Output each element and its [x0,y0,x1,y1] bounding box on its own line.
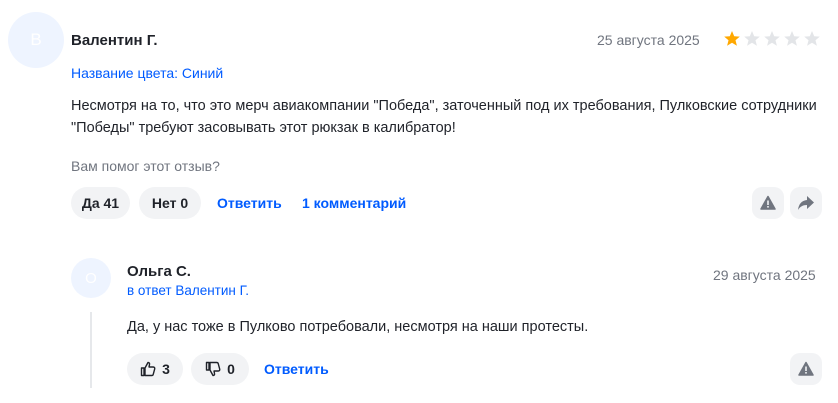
thread-line [90,312,92,388]
dislike-count: 0 [227,361,235,377]
like-button[interactable]: 3 [127,353,183,385]
avatar: В [8,12,64,68]
review-text-line: Несмотря на то, что это мерч авиакомпани… [71,98,817,114]
review-date: 25 августа 2025 [597,32,700,48]
star-empty-icon [744,31,760,46]
rating-stars [723,30,821,48]
share-button[interactable] [790,187,822,219]
in-reply-to-link[interactable]: в ответ Валентин Г. [127,283,249,298]
reply-date: 29 августа 2025 [713,267,816,283]
reply-report-button[interactable] [790,353,822,385]
helpful-no-label: Нет 0 [151,195,189,211]
thumb-down-icon [205,361,221,377]
avatar-letter: О [85,269,97,287]
star-filled-icon [724,31,740,46]
reply-button[interactable]: Ответить [217,195,282,211]
review-author[interactable]: Валентин Г. [71,32,158,49]
reply-avatar: О [71,258,111,298]
star-empty-icon [784,31,800,46]
comments-button[interactable]: 1 комментарий [302,195,406,211]
share-arrow-icon [798,196,814,210]
warning-icon [760,195,776,210]
thumb-up-icon [140,361,156,377]
dislike-button[interactable]: 0 [191,353,249,385]
star-empty-icon [804,31,820,46]
helpful-yes-label: Да 41 [81,195,120,211]
color-variant-link[interactable]: Название цвета: Синий [71,65,223,81]
reply-author[interactable]: Ольга С. [127,263,191,280]
warning-icon [798,361,814,376]
star-empty-icon [764,31,780,46]
review-text-line: "Победы" требуют засовывать этот рюкзак … [71,120,456,136]
helpful-no-button[interactable]: Нет 0 [139,187,201,219]
reply-reply-button[interactable]: Ответить [264,361,329,377]
like-count: 3 [162,361,170,377]
helpful-question: Вам помог этот отзыв? [71,158,220,174]
report-button[interactable] [752,187,784,219]
helpful-yes-button[interactable]: Да 41 [71,187,130,219]
avatar-letter: В [30,30,42,49]
reply-text: Да, у нас тоже в Пулково потребовали, не… [127,319,589,335]
review-text: Несмотря на то, что это мерч авиакомпани… [71,95,831,139]
